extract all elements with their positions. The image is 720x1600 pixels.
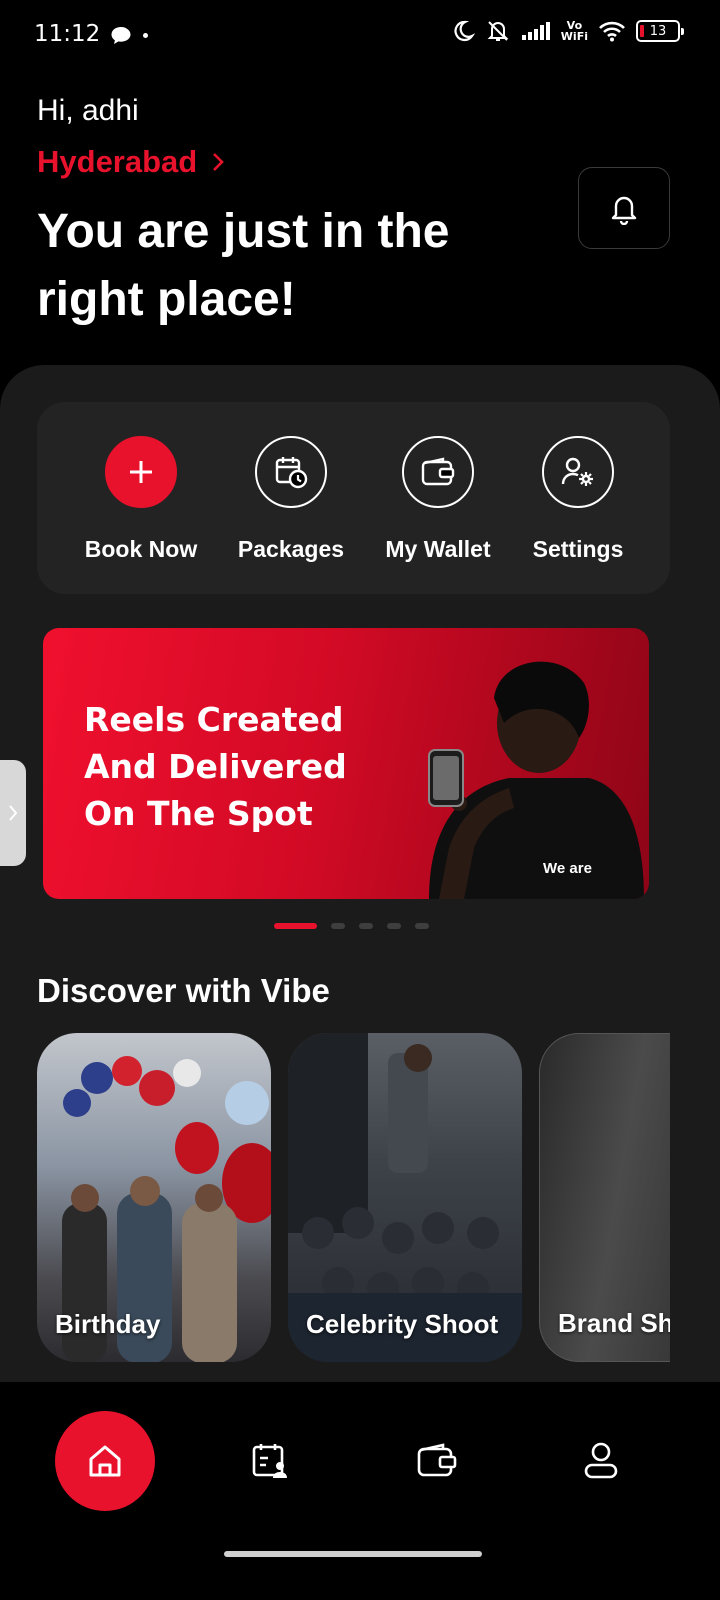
bookings-icon[interactable] <box>250 1441 290 1481</box>
notifications-button[interactable] <box>578 167 670 249</box>
status-bar: 11:12 Vo WiFi 13 <box>0 0 720 70</box>
user-settings-icon <box>542 436 614 508</box>
promo-banner[interactable]: Reels Created And Delivered On The Spot … <box>43 628 649 899</box>
home-indicator[interactable] <box>224 1551 482 1557</box>
packages-label: Packages <box>237 536 345 562</box>
bell-icon <box>611 196 637 225</box>
discover-card-celebrity-shoot[interactable]: Celebrity Shoot <box>288 1033 522 1362</box>
packages-button[interactable]: Packages <box>221 436 361 563</box>
status-dot <box>143 33 148 38</box>
status-icons: Vo WiFi 13 <box>451 18 684 44</box>
book-now-label: Book Now <box>84 536 198 562</box>
pagination-dot[interactable] <box>387 923 401 929</box>
book-now-button[interactable]: Book Now <box>71 436 211 563</box>
banner-photographer-illustration <box>428 661 644 899</box>
discover-section-title: Discover with Vibe <box>37 972 330 1009</box>
pagination-dot[interactable] <box>359 923 373 929</box>
my-wallet-label: My Wallet <box>385 536 491 562</box>
celebrity-shoot-label: Celebrity Shoot <box>306 1309 499 1339</box>
city-name: Hyderabad <box>37 144 198 179</box>
pagination-dot[interactable] <box>331 923 345 929</box>
discover-card-brand-shoot[interactable]: Brand Sh <box>539 1033 670 1362</box>
chevron-right-icon <box>9 805 18 821</box>
status-time: 11:12 <box>34 21 101 47</box>
my-wallet-button[interactable]: My Wallet <box>368 436 508 563</box>
settings-label: Settings <box>532 536 624 562</box>
settings-button[interactable]: Settings <box>508 436 648 563</box>
plus-icon <box>105 436 177 508</box>
wallet-icon[interactable] <box>416 1441 458 1481</box>
pagination-dot-active[interactable] <box>274 923 317 929</box>
vowifi-indicator: Vo WiFi <box>560 19 588 43</box>
nav-home-button[interactable] <box>55 1411 155 1511</box>
discover-carousel[interactable]: Birthday Celebrity Shoot Brand Sh <box>37 1033 670 1363</box>
profile-icon[interactable] <box>582 1441 620 1481</box>
signal-icon <box>521 22 550 40</box>
greeting-text: Hi, adhi <box>37 94 139 127</box>
wallet-icon <box>402 436 474 508</box>
home-icon <box>89 1445 121 1477</box>
banner-pagination <box>274 923 429 929</box>
headline: You are just in the right place! <box>37 205 450 326</box>
mute-bell-icon <box>487 21 509 41</box>
calendar-clock-icon <box>255 436 327 508</box>
banner-tagline: We are <box>543 860 592 877</box>
city-selector[interactable]: Hyderabad <box>37 144 225 180</box>
side-drawer-handle[interactable] <box>0 760 26 866</box>
dnd-moon-icon <box>454 20 475 42</box>
battery-indicator: 13 <box>636 20 684 42</box>
discover-card-birthday[interactable]: Birthday <box>37 1033 271 1362</box>
birthday-label: Birthday <box>55 1309 161 1339</box>
pagination-dot[interactable] <box>415 923 429 929</box>
chat-notification-icon <box>111 27 131 44</box>
brand-shoot-label: Brand Sh <box>558 1308 670 1338</box>
wifi-icon <box>599 21 625 42</box>
banner-headline: Reels Created And Delivered On The Spot <box>84 700 347 833</box>
chevron-right-icon <box>213 153 225 171</box>
